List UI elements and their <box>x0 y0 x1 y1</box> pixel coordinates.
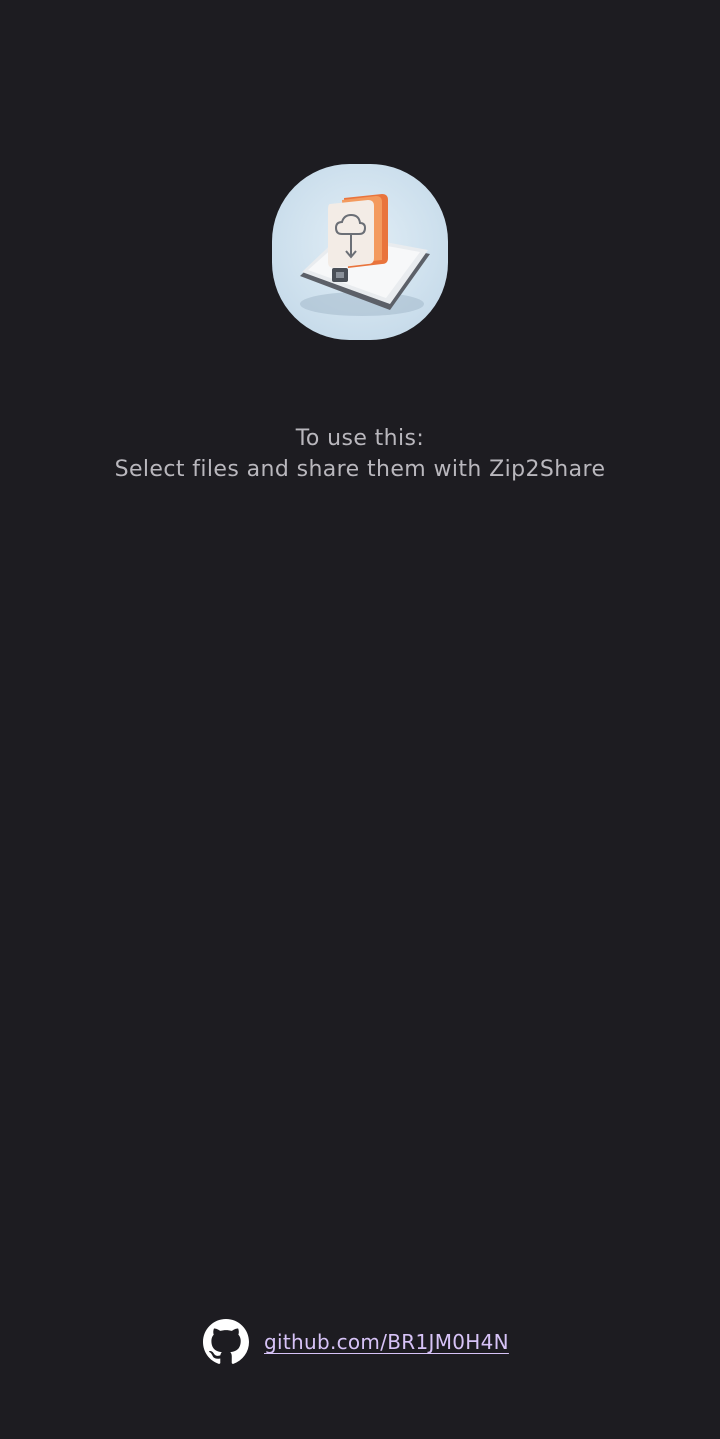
main-screen: To use this: Select files and share them… <box>0 0 720 1439</box>
instructions-heading: To use this: <box>295 426 425 451</box>
usage-instructions: To use this: Select files and share them… <box>0 423 720 485</box>
footer: github.com/BR1JM0H4N <box>203 1319 509 1365</box>
app-logo-icon <box>272 164 448 340</box>
github-profile-link[interactable]: github.com/BR1JM0H4N <box>264 1330 509 1354</box>
instructions-body: Select files and share them with Zip2Sha… <box>114 457 606 482</box>
github-icon[interactable] <box>203 1319 249 1365</box>
